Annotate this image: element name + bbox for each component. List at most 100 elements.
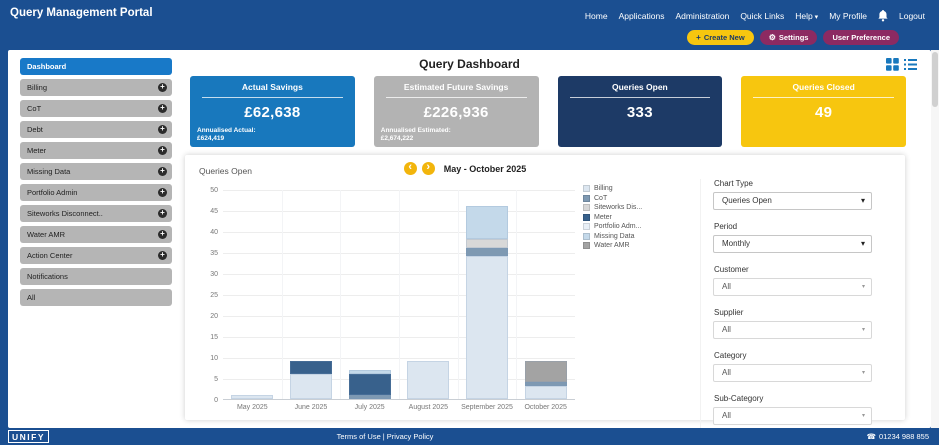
scrollbar-thumb[interactable] [932, 52, 938, 107]
sidebar-item-siteworks-disconnect[interactable]: Siteworks Disconnect.. + [20, 205, 172, 222]
sidebar-item-billing[interactable]: Billing + [20, 79, 172, 96]
nav-item-applications[interactable]: Applications [619, 11, 665, 21]
filter-sub-category: Sub-Category All ▾ [713, 394, 872, 425]
nav-item-logout[interactable]: Logout [899, 11, 925, 21]
footer-link-terms-of-use[interactable]: Terms of Use [337, 432, 381, 441]
phone-icon: ☎ [866, 432, 876, 441]
sidebar-item-water-amr[interactable]: Water AMR + [20, 226, 172, 243]
sidebar-item-label: Billing [27, 83, 48, 92]
grid-view-icon[interactable] [886, 58, 899, 71]
stat-card-subtext: Annualised Actual: £624,419 [197, 127, 256, 143]
filter-label: Chart Type [714, 179, 753, 188]
stat-card-value: £62,638 [244, 104, 301, 121]
filter-supplier-select[interactable]: All ▾ [713, 321, 872, 339]
footer: UNIFY Terms of Use | Privacy Policy ☎ 0123… [0, 428, 939, 445]
x-tick-label: September 2025 [461, 404, 513, 411]
select-value: All [722, 282, 731, 291]
sidebar-item-label: Siteworks Disconnect.. [27, 209, 103, 218]
expand-plus-icon[interactable]: + [158, 104, 167, 113]
sidebar-item-label: Water AMR [27, 230, 66, 239]
divider [202, 97, 343, 98]
expand-plus-icon[interactable]: + [158, 83, 167, 92]
sub-value: £624,419 [197, 135, 225, 142]
legend-item-cot: CoT [583, 194, 642, 202]
footer-link-privacy-policy[interactable]: Privacy Policy [387, 432, 434, 441]
sidebar-item-missing-data[interactable]: Missing Data + [20, 163, 172, 180]
gear-icon: ⚙ [768, 32, 776, 42]
sidebar-item-dashboard[interactable]: Dashboard [20, 58, 172, 75]
expand-plus-icon[interactable]: + [158, 167, 167, 176]
legend-swatch [583, 213, 590, 221]
expand-plus-icon[interactable]: + [158, 230, 167, 239]
create-new-button[interactable]: + Create New [687, 30, 754, 45]
filter-label: Supplier [714, 308, 744, 317]
bar-october-2025 [524, 361, 567, 399]
sub-value: £2,674,222 [380, 135, 414, 142]
list-view-icon[interactable] [904, 58, 917, 71]
legend-swatch [583, 223, 590, 230]
sidebar-item-all[interactable]: All [20, 289, 172, 306]
y-tick-label: 35 [210, 250, 218, 257]
legend-item-missing-data: Missing Data [583, 232, 642, 240]
nav-item-help[interactable]: Help ▾ [795, 11, 818, 21]
user-preference-button[interactable]: User Preference [823, 30, 899, 45]
bell-icon[interactable] [878, 10, 888, 22]
grid-line-vertical [281, 190, 283, 399]
legend-label: Water AMR [594, 242, 630, 249]
expand-plus-icon[interactable]: + [158, 209, 167, 218]
grid-line-vertical [516, 190, 518, 399]
sidebar-item-action-center[interactable]: Action Center + [20, 247, 172, 264]
sidebar-item-cot[interactable]: CoT + [20, 100, 172, 117]
nav-item-quick-links[interactable]: Quick Links [740, 11, 784, 21]
expand-plus-icon[interactable]: + [158, 146, 167, 155]
legend-swatch [583, 232, 590, 240]
sidebar-item-notifications[interactable]: Notifications [20, 268, 172, 285]
y-tick-label: 45 [210, 208, 218, 215]
stat-card-subtext: Annualised Estimated: £2,674,222 [381, 127, 451, 143]
chevron-down-icon: ▾ [861, 370, 865, 376]
chevron-down-icon: ▾ [861, 327, 865, 333]
sidebar-item-portfolio-admin[interactable]: Portfolio Admin + [20, 184, 172, 201]
y-tick-label: 20 [210, 313, 218, 320]
nav-item-my-profile[interactable]: My Profile [829, 11, 867, 21]
legend-label: Billing [594, 185, 613, 192]
stat-card-queries-closed: Queries Closed 49 [741, 76, 906, 147]
filter-customer-select[interactable]: All ▾ [713, 278, 872, 296]
x-tick-label: August 2025 [408, 404, 448, 411]
sidebar-item-meter[interactable]: Meter + [20, 142, 172, 159]
y-tick-label: 15 [210, 334, 218, 341]
scrollbar[interactable] [931, 50, 939, 428]
bar-segment-water-amr [524, 361, 567, 383]
select-value: Queries Open [722, 196, 772, 205]
footer-links: Terms of Use | Privacy Policy [0, 432, 770, 441]
filter-period-select[interactable]: Monthly ▾ [713, 235, 872, 253]
filter-customer: Customer All ▾ [713, 265, 872, 296]
filter-sub-category-select[interactable]: All ▾ [713, 407, 872, 425]
bar-segment-meter [290, 361, 332, 374]
expand-plus-icon[interactable]: + [158, 125, 167, 134]
expand-plus-icon[interactable]: + [158, 251, 167, 260]
chevron-down-icon: ▾ [861, 284, 865, 290]
prev-period-button[interactable]: ‹ [403, 162, 417, 175]
y-tick-label: 10 [210, 355, 218, 362]
caret-down-icon: ▾ [812, 14, 819, 21]
button-label: User Preference [832, 33, 890, 42]
button-label: Settings [778, 33, 809, 42]
next-period-button[interactable]: › [421, 162, 435, 175]
sidebar-item-label: Action Center [27, 251, 73, 260]
filter-chart-type: Chart Type Queries Open ▾ [713, 179, 872, 210]
bar-segment-billing [524, 386, 567, 399]
sidebar-item-label: Debt [27, 125, 43, 134]
bar-segment-missing-data [466, 205, 508, 240]
stat-card-title: Estimated Future Savings [403, 82, 509, 92]
filter-chart-type-select[interactable]: Queries Open ▾ [713, 192, 872, 210]
expand-plus-icon[interactable]: + [158, 188, 167, 197]
nav-item-administration[interactable]: Administration [675, 11, 729, 21]
phone-number: 01234 988 855 [878, 432, 929, 441]
y-tick-label: 25 [210, 292, 218, 299]
nav-item-home[interactable]: Home [585, 11, 608, 21]
filter-category-select[interactable]: All ▾ [713, 364, 872, 382]
select-value: Monthly [722, 239, 751, 248]
sidebar-item-debt[interactable]: Debt + [20, 121, 172, 138]
settings-button[interactable]: ⚙ Settings [759, 30, 818, 45]
